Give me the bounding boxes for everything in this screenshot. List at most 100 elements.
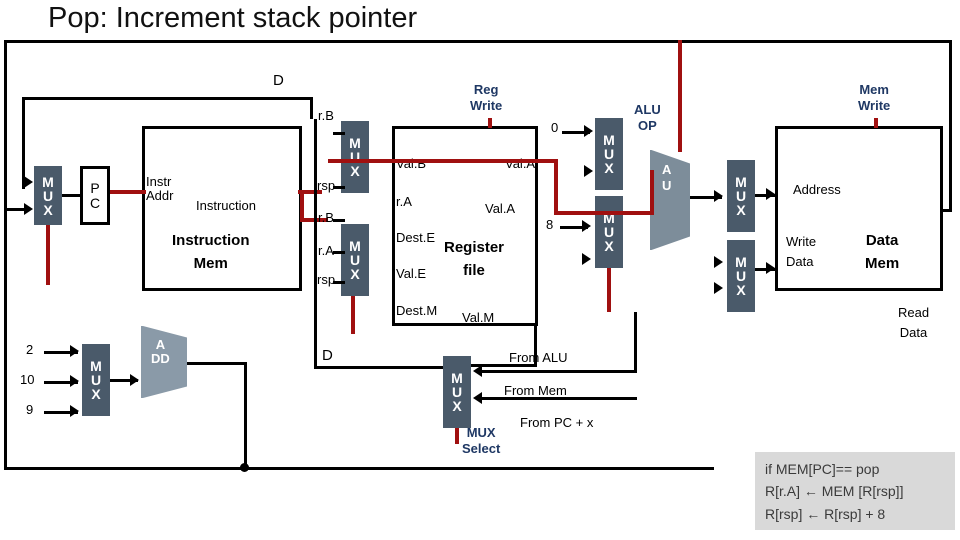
- mux-pc-select[interactable]: M U X: [34, 166, 62, 225]
- mux-letter-x: X: [604, 238, 614, 254]
- control-line-reg-write: [488, 118, 492, 128]
- from-pc-x-label: From PC + x: [520, 415, 594, 430]
- mux-letter-m: M: [349, 238, 361, 254]
- wire-mux-to-pc: [62, 194, 80, 197]
- mux-letter-x: X: [43, 201, 53, 218]
- from-mem-label: From Mem: [504, 383, 567, 398]
- add-label: A DD: [151, 337, 170, 367]
- pc-box: PC: [80, 166, 110, 225]
- wire-regfile-left-down: [314, 119, 317, 369]
- mux-writeback[interactable]: M U X: [443, 356, 471, 428]
- label-destm: Dest.M: [396, 303, 438, 318]
- label-deste: Dest.E: [396, 230, 436, 245]
- mux-letter-m: M: [90, 358, 102, 374]
- highlight-into-alu: [554, 211, 654, 215]
- arrow-const-10: [70, 375, 79, 387]
- address-label: Address: [793, 182, 841, 197]
- note-line-1: if MEM[PC]== pop: [765, 461, 880, 477]
- mux-letter-x: X: [350, 266, 360, 282]
- mux-letter-x: X: [604, 160, 614, 176]
- mux-letter-m: M: [735, 174, 747, 190]
- wire-outer-left: [4, 40, 7, 470]
- wire-from-mem: [482, 397, 637, 400]
- label-vale: Val.E: [396, 266, 427, 281]
- arrow-const-9: [70, 405, 79, 417]
- wire-left-mux-in2: [5, 208, 27, 211]
- arrow-const-2: [70, 345, 79, 357]
- mux-letter-x: X: [91, 386, 101, 402]
- alu-op-label: ALU OP: [634, 102, 661, 133]
- note-line-3: R[rsp] ← R[rsp] + 8: [765, 505, 886, 522]
- mux-add-input[interactable]: M U X: [82, 344, 110, 416]
- highlight-reg-inputs: [328, 159, 558, 163]
- mux-letter-u: U: [603, 146, 615, 162]
- mux-select-label: MUX Select: [462, 425, 501, 457]
- arrow-const-0: [584, 125, 593, 137]
- label-ra: r.A: [396, 194, 412, 209]
- wire-ra2-in: [333, 251, 345, 254]
- junction-add-bottom: [240, 463, 249, 472]
- mux-mem-write-data[interactable]: M U X: [727, 240, 755, 312]
- mux-letter-x: X: [452, 398, 462, 414]
- alu-label: AU: [662, 162, 672, 193]
- const-9-label: 9: [26, 402, 34, 417]
- mux-letter-u: U: [349, 252, 361, 268]
- highlight-reg-join: [554, 159, 558, 215]
- arrow-const-8: [582, 220, 591, 232]
- wire-rb-top-in: [333, 132, 345, 135]
- wire-from-alu-down: [634, 312, 637, 370]
- wire-rsp1-in: [333, 186, 345, 189]
- wire-outer-top: [4, 40, 952, 43]
- mux-alu-input-a[interactable]: M U X: [595, 118, 623, 190]
- arrow-from-mem: [473, 392, 482, 404]
- wire-rb2-in: [333, 219, 345, 222]
- mux-letter-u: U: [735, 188, 747, 204]
- mux-letter-u: U: [90, 372, 102, 388]
- label-rb-2: r.B: [318, 210, 334, 225]
- label-d-top: D: [273, 72, 284, 89]
- read-data-label: Read Data: [898, 305, 930, 340]
- arrow-into-addr-mux: [714, 190, 723, 202]
- arrow-addr-to-mem: [766, 188, 775, 200]
- const-8-label: 8: [546, 217, 554, 232]
- mux-letter-u: U: [451, 384, 463, 400]
- page-title: Pop: Increment stack pointer: [48, 2, 418, 34]
- mux-letter-m: M: [349, 135, 361, 151]
- note-line-2: R[r.A] ← MEM [R[rsp]]: [765, 483, 904, 500]
- wire-outer-bottom: [4, 467, 714, 470]
- control-line-writeback-mux: [455, 428, 459, 444]
- wire-outer-right: [949, 40, 952, 212]
- mux-letter-u: U: [42, 187, 54, 204]
- arrow-alu-mux-a-in2: [584, 165, 593, 177]
- wire-add-down: [244, 362, 247, 469]
- mux-letter-m: M: [42, 173, 54, 190]
- instruction-mem-label: Instruction Mem: [172, 232, 250, 272]
- write-data-label: Write Data: [786, 234, 817, 269]
- mux-mem-address[interactable]: M U X: [727, 160, 755, 232]
- reg-write-label: Reg Write: [470, 82, 503, 113]
- mux-regfile-porta[interactable]: M U X: [341, 224, 369, 296]
- wire-inner-right: [310, 97, 313, 119]
- pc-label: PC: [89, 179, 101, 211]
- highlight-pc-to-instr: [110, 190, 146, 194]
- control-line-regfile-mux: [351, 296, 355, 334]
- mux-letter-u: U: [603, 224, 615, 240]
- mux-alu-input-b[interactable]: M U X: [595, 196, 623, 268]
- const-0-label: 0: [551, 120, 559, 135]
- wire-add-out: [187, 362, 247, 365]
- highlight-alu-side: [650, 170, 654, 212]
- arrow-into-add: [130, 374, 139, 386]
- control-line-alu-op: [678, 40, 682, 152]
- wire-writeback-up: [534, 326, 537, 366]
- mux-letter-x: X: [736, 282, 746, 298]
- mux-regfile-portb[interactable]: M U X: [341, 121, 369, 193]
- register-file-label: Register file: [444, 239, 505, 279]
- data-mem-label: Data Mem: [865, 232, 900, 272]
- label-rb-top: r.B: [318, 108, 334, 123]
- mux-letter-m: M: [735, 254, 747, 270]
- arrow-into-left-mux-top: [24, 176, 33, 188]
- instr-addr-label: Instr Addr: [146, 174, 174, 204]
- arrow-data-to-mem: [766, 262, 775, 274]
- wire-regfile-bottom: [314, 366, 444, 369]
- mem-write-label: Mem Write: [858, 82, 891, 113]
